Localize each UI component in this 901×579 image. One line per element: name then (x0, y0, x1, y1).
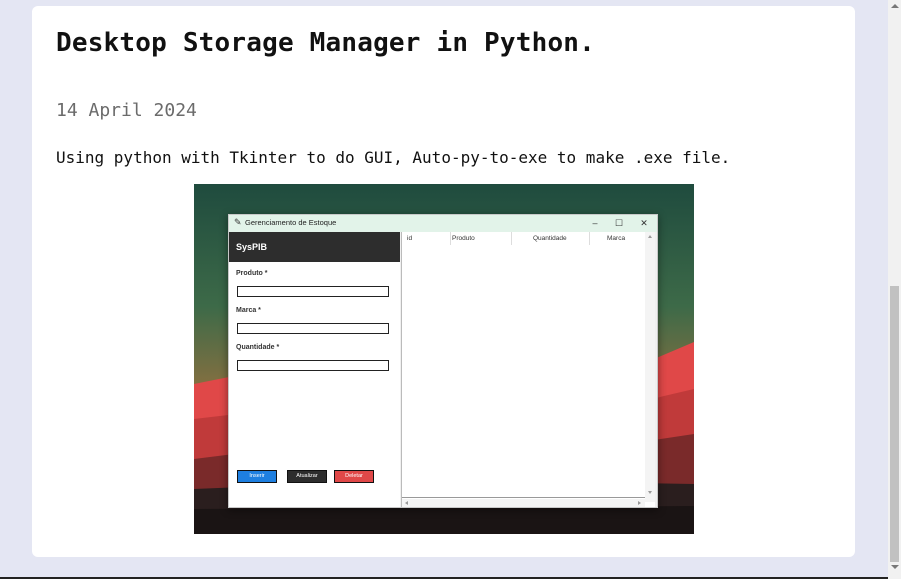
window-title: Gerenciamento de Estoque (245, 218, 337, 227)
window-titlebar: ✎ Gerenciamento de Estoque – ☐ ✕ (229, 215, 657, 232)
column-separator (589, 232, 590, 245)
brand-header: SysPIB (229, 232, 400, 262)
post-title: Desktop Storage Manager in Python. (56, 28, 596, 58)
column-header-produto[interactable]: Produto (452, 235, 475, 242)
table-frame (402, 232, 646, 498)
post-card: Desktop Storage Manager in Python. 14 Ap… (32, 6, 855, 557)
close-button[interactable]: ✕ (637, 216, 651, 230)
quantidade-label: Quantidade * (236, 344, 280, 351)
column-separator (511, 232, 512, 245)
produto-input[interactable] (237, 286, 389, 297)
column-header-marca[interactable]: Marca (607, 235, 625, 242)
app-screenshot-image: ✎ Gerenciamento de Estoque – ☐ ✕ SysPIB … (194, 184, 694, 534)
scroll-arrows-icon (405, 501, 641, 505)
minimize-button[interactable]: – (588, 216, 602, 230)
scroll-down-arrow-icon[interactable] (891, 564, 899, 570)
quantidade-input[interactable] (237, 360, 389, 371)
atualizar-button[interactable]: Atualizar (287, 470, 327, 483)
app-window: ✎ Gerenciamento de Estoque – ☐ ✕ SysPIB … (228, 214, 658, 508)
table-vertical-scrollbar[interactable] (645, 232, 655, 502)
column-header-quantidade[interactable]: Quantidade (533, 235, 567, 242)
table-header: id Produto Quantidade Marca (402, 232, 645, 245)
brand-name: SysPIB (236, 242, 268, 252)
post-description: Using python with Tkinter to do GUI, Aut… (56, 148, 731, 167)
form-panel: SysPIB Produto * Marca * Quantidade * In… (229, 232, 400, 507)
maximize-button[interactable]: ☐ (612, 216, 626, 230)
post-date: 14 April 2024 (56, 100, 197, 121)
inserir-button[interactable]: Inserir (237, 470, 277, 483)
scroll-up-arrow-icon[interactable] (891, 3, 899, 9)
column-separator (450, 232, 451, 245)
marca-label: Marca * (236, 307, 261, 314)
table-panel: id Produto Quantidade Marca (401, 232, 655, 507)
feather-icon: ✎ (234, 217, 242, 227)
page-scrollbar-thumb[interactable] (890, 286, 899, 562)
produto-label: Produto * (236, 270, 268, 277)
marca-input[interactable] (237, 323, 389, 334)
table-horizontal-scrollbar[interactable] (402, 499, 645, 507)
scroll-arrows-icon (648, 235, 652, 494)
deletar-button[interactable]: Deletar (334, 470, 374, 483)
column-header-id[interactable]: id (407, 235, 412, 242)
